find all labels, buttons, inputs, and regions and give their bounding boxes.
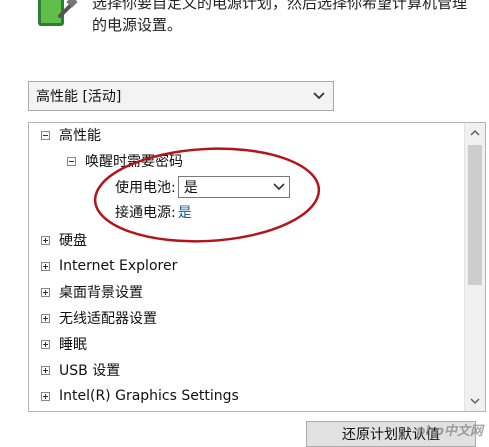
setting-label: 使用电池:: [115, 180, 176, 196]
scroll-up-button[interactable]: [467, 125, 483, 141]
chevron-down-icon: [470, 398, 480, 405]
header-area: 选择你要自定义的电源计划，然后选择你希望计算机管理 的电源设置。: [0, 0, 489, 70]
tree-item-label: Intel(R) Graphics Settings: [59, 388, 239, 404]
on-battery-value: 是: [183, 180, 198, 196]
on-battery-select[interactable]: 是: [177, 176, 290, 198]
tree-item-label: 睡眠: [59, 337, 87, 353]
plus-icon[interactable]: [41, 365, 50, 375]
scroll-down-button[interactable]: [467, 393, 483, 409]
power-plan-selected: 高性能 [活动]: [36, 89, 122, 105]
tree-item-root[interactable]: 高性能: [41, 124, 101, 146]
tree-item-label: Internet Explorer: [59, 258, 178, 274]
plus-icon[interactable]: [41, 339, 50, 349]
tree-item-usb-settings[interactable]: USB 设置: [41, 359, 120, 381]
scroll-thumb[interactable]: [468, 145, 482, 285]
chevron-up-icon: [470, 129, 480, 136]
power-settings-tree[interactable]: 高性能 唤醒时需要密码 使用电池: 是 接通电源: 是 硬盘 Internet …: [28, 122, 486, 412]
tree-item-intel-graphics[interactable]: Intel(R) Graphics Settings: [41, 385, 239, 407]
tree-item-sleep[interactable]: 睡眠: [41, 333, 87, 355]
plus-icon[interactable]: [41, 235, 50, 245]
tree-item-desktop-background[interactable]: 桌面背景设置: [41, 281, 143, 303]
plugged-in-value-link[interactable]: 是: [178, 202, 192, 222]
tree-item-wireless-adapter[interactable]: 无线适配器设置: [41, 307, 157, 329]
plus-icon[interactable]: [41, 287, 50, 297]
minus-icon[interactable]: [41, 130, 50, 140]
tree-item-hard-disk[interactable]: 硬盘: [41, 229, 87, 251]
chevron-down-icon: [273, 183, 285, 191]
setting-on-battery: 使用电池: 是: [115, 176, 290, 198]
tree-scrollbar[interactable]: [464, 123, 485, 411]
tree-item-label: 唤醒时需要密码: [85, 154, 183, 170]
tree-item-label: 无线适配器设置: [59, 311, 157, 327]
plus-icon[interactable]: [41, 261, 50, 271]
tree-item-label: 硬盘: [59, 233, 87, 249]
setting-label: 接通电源:: [115, 205, 176, 221]
chevron-down-icon: [313, 92, 325, 100]
minus-icon[interactable]: [67, 156, 76, 166]
power-plan-select[interactable]: 高性能 [活动]: [28, 81, 334, 111]
header-description: 选择你要自定义的电源计划，然后选择你希望计算机管理 的电源设置。: [92, 0, 472, 36]
description-line-1: 选择你要自定义的电源计划，然后选择你希望计算机管理: [92, 0, 468, 12]
tree-item-internet-explorer[interactable]: Internet Explorer: [41, 255, 177, 277]
tree-item-label: USB 设置: [59, 363, 121, 379]
tree-item-wake-password[interactable]: 唤醒时需要密码: [67, 150, 183, 172]
watermark-text: php中文网: [416, 424, 483, 439]
tree-item-label: 桌面背景设置: [59, 285, 143, 301]
plus-icon[interactable]: [41, 313, 50, 323]
description-line-2: 的电源设置。: [92, 16, 183, 34]
plus-icon[interactable]: [41, 391, 50, 401]
setting-plugged-in: 接通电源: 是: [115, 201, 192, 223]
battery-plug-icon: [38, 0, 78, 26]
tree-item-label: 高性能: [59, 128, 101, 144]
